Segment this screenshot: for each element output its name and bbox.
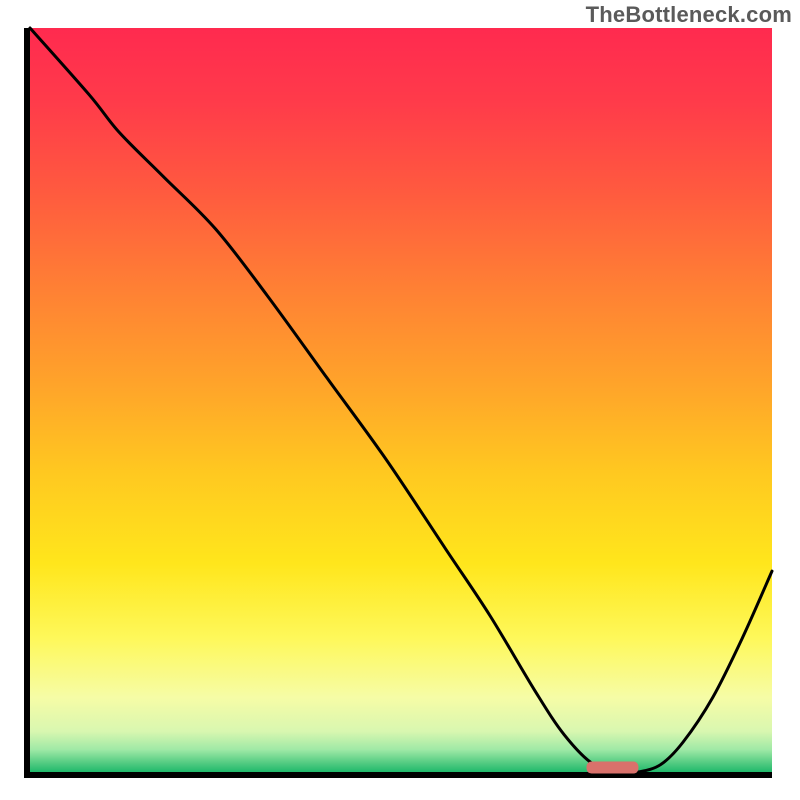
- sweet-spot-marker: [587, 762, 639, 774]
- chart-container: TheBottleneck.com: [0, 0, 800, 800]
- axis-bottom: [24, 772, 772, 778]
- plot-background: [30, 28, 772, 772]
- axis-left: [24, 28, 30, 778]
- bottleneck-chart: [0, 0, 800, 800]
